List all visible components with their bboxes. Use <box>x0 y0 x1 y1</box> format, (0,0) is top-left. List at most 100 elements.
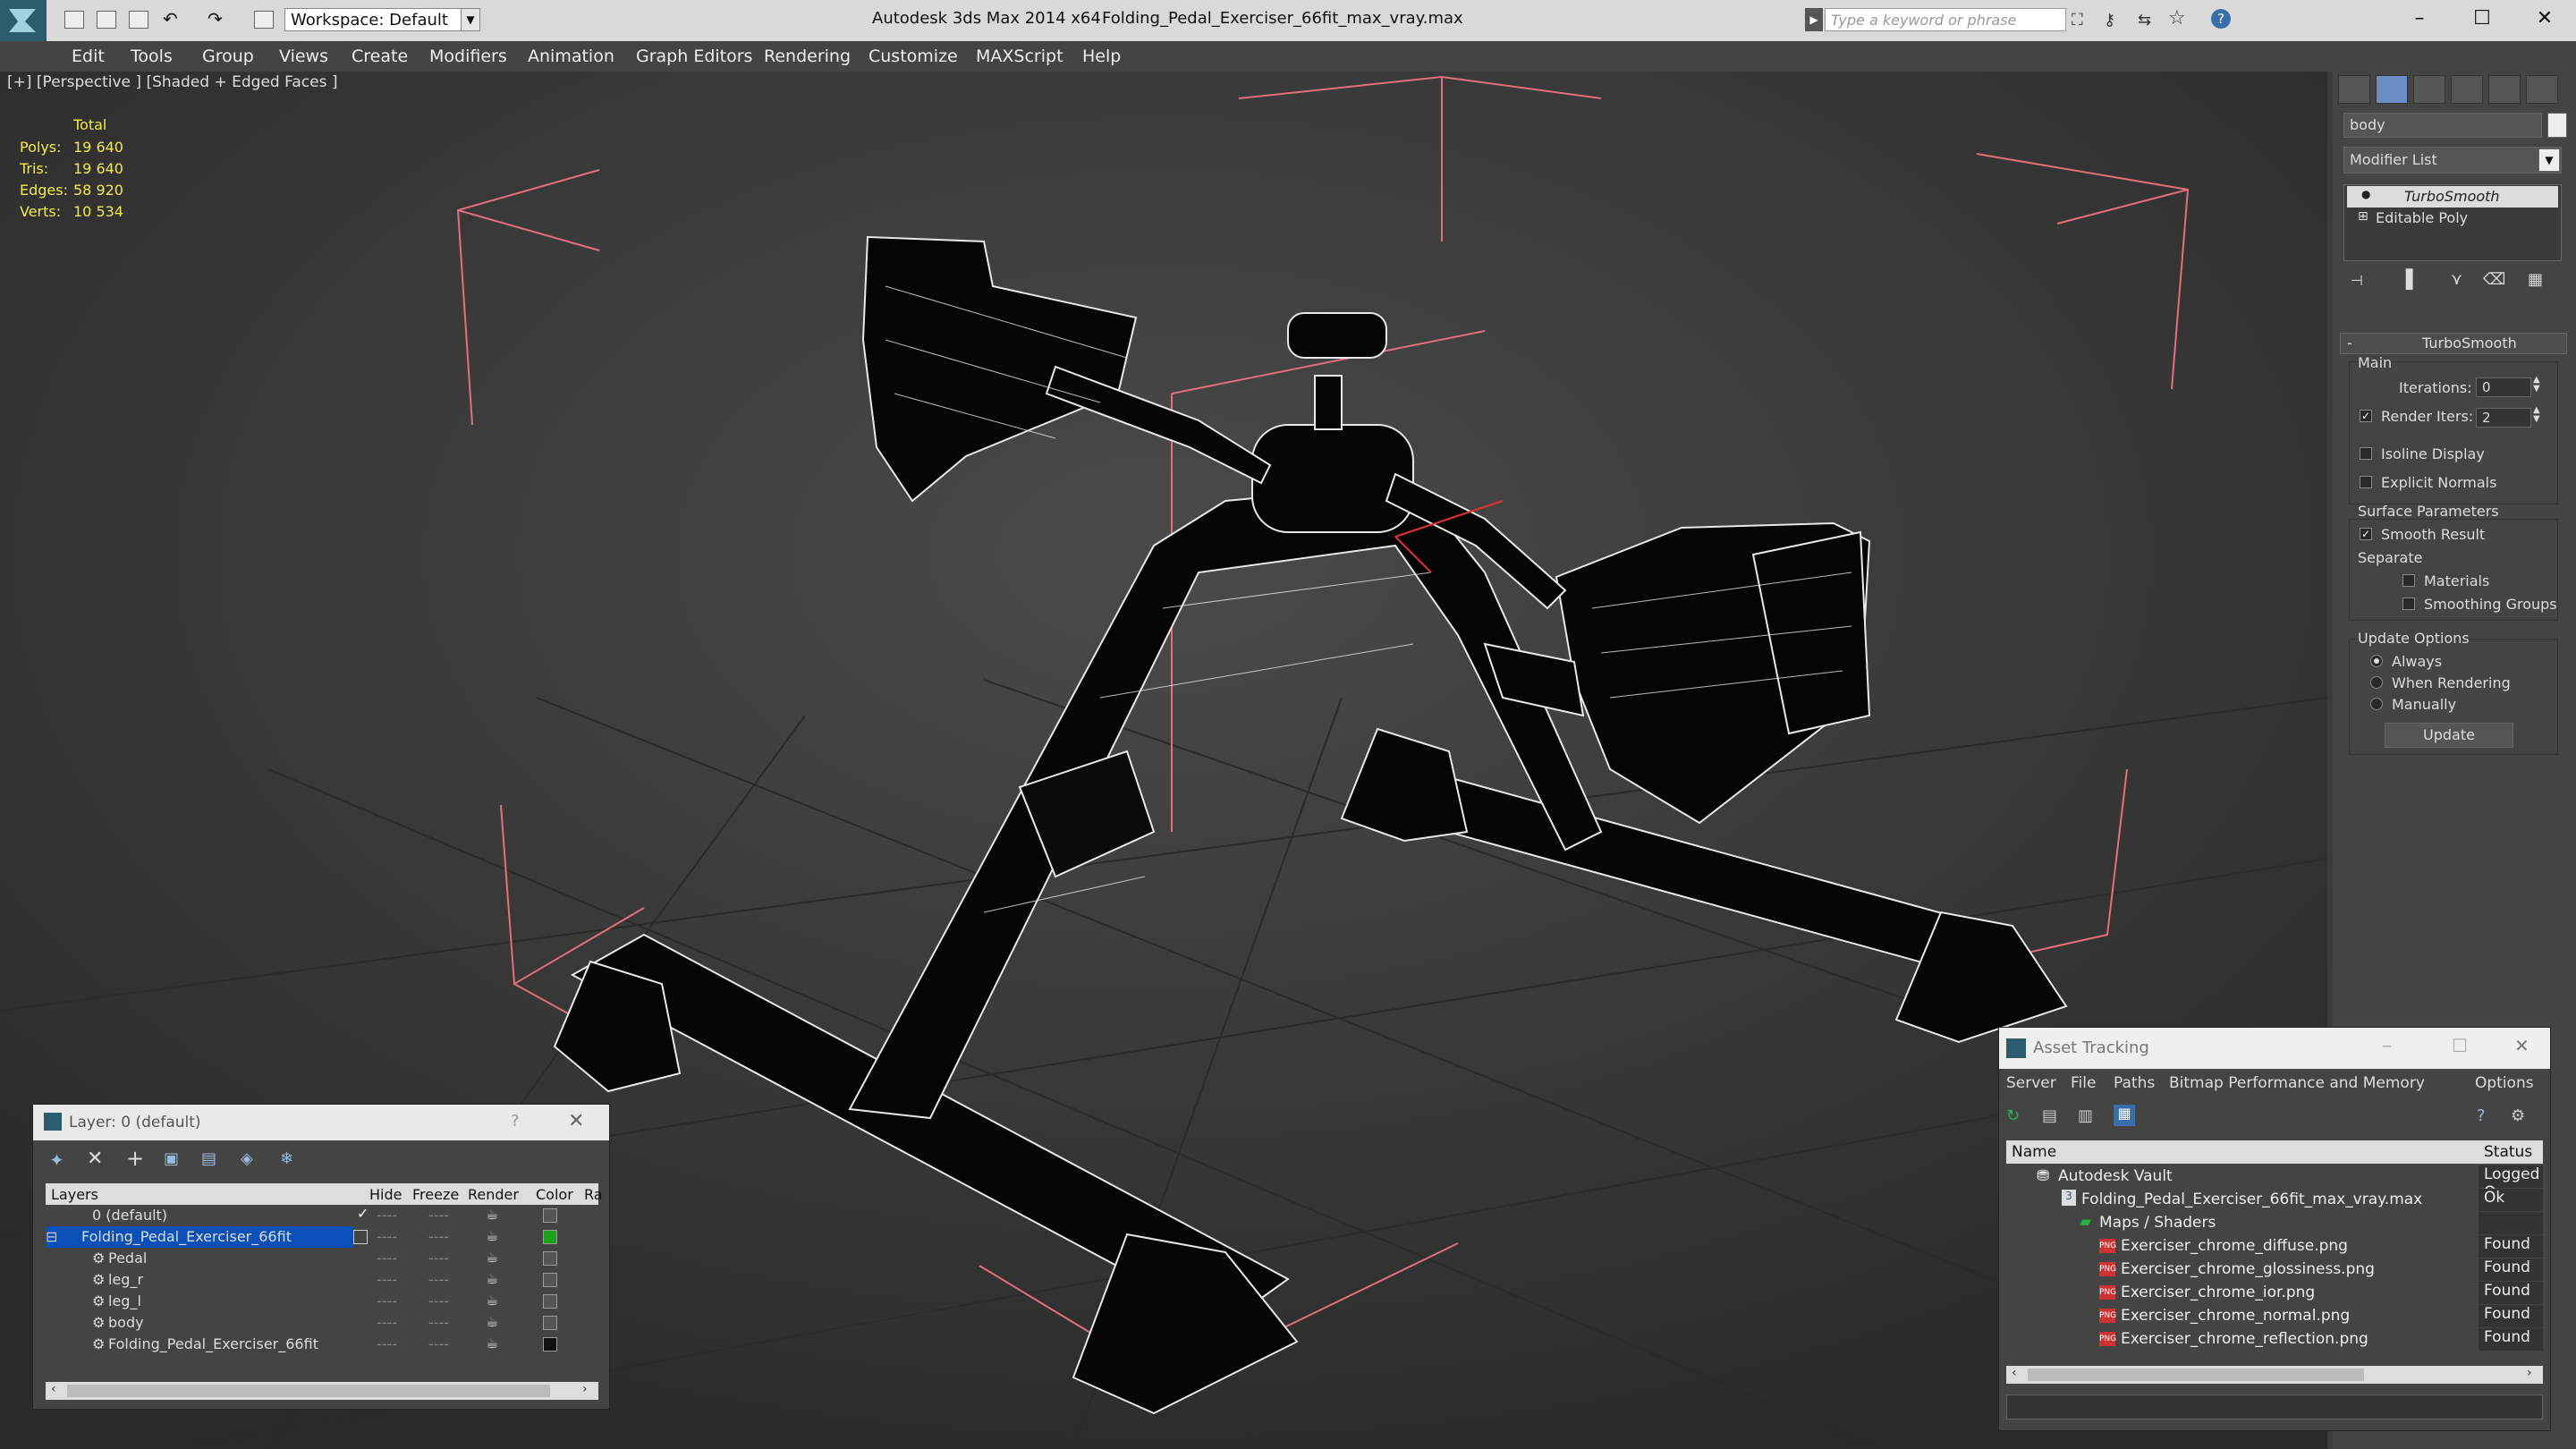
hide-toggle[interactable]: ---- <box>377 1335 397 1352</box>
column-header[interactable]: Freeze <box>412 1186 459 1203</box>
teapot-icon[interactable]: ☕ <box>486 1227 498 1244</box>
hide-toggle[interactable]: ---- <box>377 1207 397 1224</box>
freeze-toggle[interactable]: ---- <box>428 1292 449 1309</box>
isoline-checkbox[interactable] <box>2360 447 2372 460</box>
freeze-toggle[interactable]: ---- <box>428 1335 449 1352</box>
maximize-button[interactable]: ☐ <box>2464 4 2500 34</box>
pin-stack-icon[interactable]: ⊣ <box>2351 272 2363 289</box>
asset-row[interactable]: PNG Exerciser_chrome_reflection.png Found <box>2006 1328 2543 1351</box>
asset-row[interactable]: 3 Folding_Pedal_Exerciser_66fit_max_vray… <box>2006 1189 2543 1211</box>
help-icon[interactable]: ? <box>511 1112 520 1131</box>
menu-server[interactable]: Server <box>2006 1074 2056 1092</box>
manually-radio[interactable] <box>2370 698 2383 710</box>
menu-animation[interactable]: Animation <box>528 47 614 66</box>
list-view-icon[interactable]: ▤ <box>2042 1106 2057 1125</box>
layer-object-row[interactable]: ⚙ leg_l ---- ---- ☕ <box>46 1291 598 1312</box>
maximize-button[interactable]: ☐ <box>2452 1035 2468 1056</box>
menu-help[interactable]: Help <box>1082 47 1121 66</box>
menu-customize[interactable]: Customize <box>869 47 958 66</box>
layer-object-row[interactable]: ⚙ Folding_Pedal_Exerciser_66fit ---- ---… <box>46 1334 598 1355</box>
horizontal-scrollbar[interactable]: ‹ › <box>2006 1366 2543 1384</box>
freeze-toggle[interactable]: ---- <box>428 1207 449 1224</box>
lightbulb-icon[interactable]: ● <box>2361 188 2370 200</box>
freeze-all-icon[interactable]: ❄ <box>280 1149 293 1168</box>
close-icon[interactable]: ✕ <box>568 1110 584 1132</box>
when-rendering-radio[interactable] <box>2370 676 2383 689</box>
layer-row-selected[interactable]: ⊟ Folding_Pedal_Exerciser_66fit <box>46 1226 353 1248</box>
freeze-toggle[interactable]: ---- <box>428 1228 449 1245</box>
asset-row[interactable]: PNG Exerciser_chrome_normal.png Found <box>2006 1305 2543 1327</box>
help-icon[interactable]: ? <box>2477 1106 2486 1125</box>
layer-object-row[interactable]: ⚙ leg_r ---- ---- ☕ <box>46 1269 598 1291</box>
smoothing-groups-checkbox[interactable] <box>2402 597 2415 610</box>
select-objects-icon[interactable]: ▣ <box>164 1149 179 1168</box>
layer-color-swatch[interactable] <box>543 1230 557 1244</box>
settings-icon[interactable]: ⚙ <box>2511 1106 2525 1125</box>
spinner-arrows-icon[interactable]: ▲ ▼ <box>2533 376 2540 394</box>
highlight-layer-icon[interactable]: ▤ <box>201 1149 216 1168</box>
menu-paths[interactable]: Paths <box>2114 1074 2155 1092</box>
modify-tab-icon[interactable] <box>2376 75 2408 104</box>
layer-row[interactable]: 0 (default) ✓ ---- ---- ☕ <box>46 1205 598 1226</box>
always-radio[interactable] <box>2370 655 2383 667</box>
binoculars-icon[interactable]: ⛶ <box>2072 11 2083 30</box>
redo-icon[interactable]: ↷ <box>208 10 227 29</box>
search-expand-icon[interactable]: ▶ <box>1805 8 1823 31</box>
modifier-list-dropdown[interactable]: Modifier List <box>2343 147 2562 174</box>
freeze-toggle[interactable]: ---- <box>428 1314 449 1331</box>
asset-dialog-titlebar[interactable]: Asset Tracking – ☐ ✕ <box>1999 1028 2550 1069</box>
star-icon[interactable]: ☆ <box>2168 7 2186 30</box>
collapse-icon[interactable]: - <box>2347 335 2352 352</box>
scroll-left-icon[interactable]: ‹ <box>2012 1366 2017 1380</box>
column-header[interactable]: Ra <box>584 1186 603 1203</box>
show-end-result-icon[interactable]: ▌ <box>2406 268 2419 290</box>
app-logo-icon[interactable] <box>0 0 47 41</box>
scroll-left-icon[interactable]: ‹ <box>51 1382 56 1396</box>
menu-group[interactable]: Group <box>202 47 254 66</box>
asset-row[interactable]: ▰ Maps / Shaders <box>2006 1212 2543 1234</box>
create-layer-icon[interactable]: ✦ <box>49 1149 64 1171</box>
active-layer-check-icon[interactable]: ✓ <box>357 1205 369 1222</box>
motion-tab-icon[interactable] <box>2451 75 2483 104</box>
materials-checkbox[interactable] <box>2402 574 2415 587</box>
display-tab-icon[interactable] <box>2488 75 2521 104</box>
hide-toggle[interactable]: ---- <box>377 1292 397 1309</box>
teapot-icon[interactable]: ☕ <box>486 1249 498 1266</box>
layer-dialog-titlebar[interactable]: Layer: 0 (default) ? ✕ <box>33 1105 609 1140</box>
workspace-dropdown[interactable]: Workspace: Default <box>284 8 463 31</box>
search-input[interactable]: Type a keyword or phrase <box>1825 8 2066 31</box>
asset-row[interactable]: ⛃ Autodesk Vault Logged O <box>2006 1165 2543 1201</box>
remove-modifier-icon[interactable]: ⌫ <box>2483 270 2505 289</box>
menu-modifiers[interactable]: Modifiers <box>429 47 507 66</box>
close-button[interactable]: ✕ <box>2527 4 2563 34</box>
new-file-icon[interactable] <box>64 11 84 29</box>
key-icon[interactable]: ⚷ <box>2104 11 2115 30</box>
menu-views[interactable]: Views <box>279 47 328 66</box>
hide-all-icon[interactable]: ◈ <box>241 1149 253 1168</box>
layer-color-swatch[interactable] <box>543 1273 557 1287</box>
scroll-thumb[interactable] <box>67 1385 550 1397</box>
open-file-icon[interactable] <box>97 11 116 29</box>
utilities-tab-icon[interactable] <box>2526 75 2558 104</box>
render-iters-checkbox[interactable]: ✓ <box>2360 410 2372 422</box>
layer-color-swatch[interactable] <box>543 1337 557 1352</box>
collapse-icon[interactable]: ⊟ <box>46 1228 57 1245</box>
hide-toggle[interactable]: ---- <box>377 1271 397 1288</box>
hide-toggle[interactable]: ---- <box>377 1314 397 1331</box>
asset-row[interactable]: PNG Exerciser_chrome_glossiness.png Found <box>2006 1258 2543 1281</box>
asset-row[interactable]: PNG Exerciser_chrome_ior.png Found <box>2006 1282 2543 1304</box>
menu-tools[interactable]: Tools <box>131 47 173 66</box>
menu-bitmap-performance[interactable]: Bitmap Performance and Memory <box>2169 1074 2425 1092</box>
asset-row[interactable]: PNG Exerciser_chrome_diffuse.png Found <box>2006 1235 2543 1258</box>
column-header[interactable]: Hide <box>369 1186 402 1203</box>
object-name-field[interactable]: body <box>2343 113 2542 138</box>
scroll-thumb[interactable] <box>2028 1368 2364 1381</box>
make-unique-icon[interactable]: ⋎ <box>2451 270 2462 289</box>
project-folder-icon[interactable] <box>254 11 274 29</box>
chevron-down-icon[interactable]: ▼ <box>2538 148 2560 172</box>
stack-item-editable-poly[interactable]: Editable Poly <box>2376 209 2468 226</box>
column-header[interactable]: Color <box>536 1186 573 1203</box>
layer-color-swatch[interactable] <box>543 1251 557 1266</box>
add-to-layer-icon[interactable]: + <box>126 1146 144 1171</box>
column-header[interactable]: Status <box>2484 1143 2532 1161</box>
